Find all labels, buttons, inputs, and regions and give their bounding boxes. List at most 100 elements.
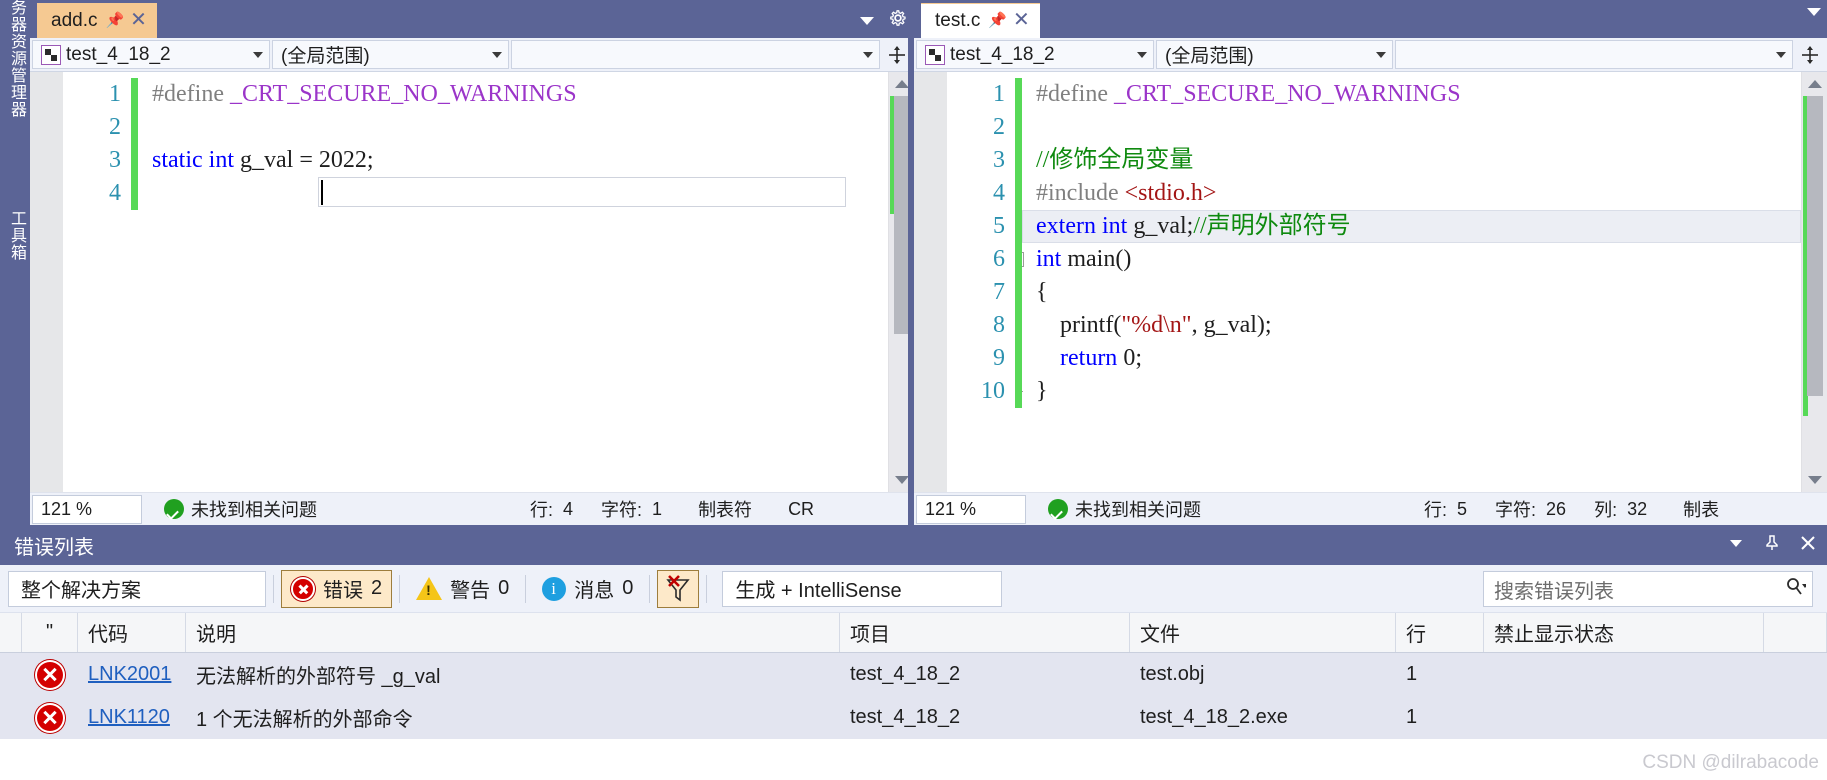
left-code-text[interactable]: #define _CRT_SECURE_NO_WARNINGS static i…	[138, 72, 888, 492]
right-tabstrip-buttons	[1807, 8, 1821, 16]
line-number: 1	[993, 81, 1005, 107]
row-file-cell: test_4_18_2.exe	[1140, 706, 1288, 728]
scroll-down-icon[interactable]	[1802, 470, 1827, 490]
member-selector-left[interactable]	[511, 40, 880, 69]
zoom-level-right-label: 121 %	[925, 498, 977, 519]
search-input[interactable]: 搜索错误列表	[1494, 575, 1784, 604]
code-line[interactable]: }	[1022, 375, 1801, 408]
project-icon	[925, 44, 945, 65]
row-code-cell[interactable]: LNK2001	[78, 653, 186, 696]
column-header-select[interactable]	[0, 613, 22, 652]
caret-position-right: 行: 5 字符: 26 列: 32 制表	[1424, 496, 1719, 522]
line-number: 5	[993, 213, 1005, 239]
split-window-icon[interactable]	[1793, 38, 1827, 71]
toolbar-separator	[525, 574, 527, 603]
problem-status-left[interactable]: 未找到相关问题	[164, 496, 317, 522]
member-selector-right[interactable]	[1395, 40, 1793, 69]
close-icon[interactable]	[1799, 534, 1817, 557]
right-vertical-scrollbar[interactable]	[1801, 72, 1827, 492]
scope-selector-right[interactable]: (全局范围)	[1156, 40, 1393, 69]
close-icon[interactable]: ✕	[1012, 10, 1030, 30]
chevron-down-icon[interactable]	[860, 16, 874, 25]
right-code-area[interactable]: 1 2 3 4 5 6 7 8 9 10 #define _CRT_SECURE…	[914, 72, 1827, 492]
code-line[interactable]: #define _CRT_SECURE_NO_WARNINGS	[138, 78, 888, 111]
pin-icon[interactable]: 📌	[105, 13, 124, 29]
scroll-up-icon[interactable]	[1802, 74, 1827, 94]
column-header-project[interactable]: 项目	[840, 613, 1130, 652]
error-code-link[interactable]: LNK1120	[88, 706, 170, 729]
search-icon[interactable]	[1784, 576, 1808, 603]
code-line[interactable]	[1022, 111, 1801, 144]
column-header-suppression[interactable]: 禁止显示状态	[1484, 613, 1764, 652]
problem-status-right[interactable]: 未找到相关问题	[1048, 496, 1201, 522]
row-selector[interactable]	[0, 653, 22, 696]
scrollbar-thumb[interactable]	[1807, 96, 1823, 396]
pin-icon[interactable]: 📌	[988, 13, 1007, 29]
dock-tab-toolbox[interactable]: 工具箱	[4, 210, 28, 261]
watermark: CSDN @dilrabacode	[1642, 752, 1819, 773]
problem-status-left-label: 未找到相关问题	[191, 500, 317, 520]
left-breakpoint-gutter[interactable]	[30, 72, 63, 492]
scope-selector-left-label: (全局范围)	[281, 46, 370, 67]
column-header-line[interactable]: 行	[1396, 613, 1484, 652]
tab-add-c[interactable]: add.c 📌 ✕	[37, 3, 158, 38]
left-navigation-bar: test_4_18_2 (全局范围)	[30, 38, 914, 72]
code-line[interactable]: printf("%d\n", g_val);	[1022, 309, 1801, 342]
messages-filter-label: 消息	[574, 580, 615, 602]
code-line[interactable]: extern int g_val;//声明外部符号	[1022, 210, 1801, 243]
chevron-down-icon[interactable]	[1807, 8, 1821, 16]
column-header-description[interactable]: 说明	[186, 613, 840, 652]
code-line[interactable]: #include <stdio.h>	[1022, 177, 1801, 210]
dock-tab-server-explorer[interactable]: 服务器资源管理器	[4, 0, 28, 118]
build-filter-dropdown[interactable]: 生成 + IntelliSense	[722, 570, 1003, 607]
errors-filter-count: 2	[371, 577, 383, 599]
row-code-cell[interactable]: LNK1120	[78, 696, 186, 739]
messages-filter-toggle[interactable]: 消息 0	[533, 570, 642, 608]
tab-add-c-label: add.c	[51, 10, 98, 31]
row-spacer-cell	[1764, 653, 1827, 696]
zoom-level-left-label: 121 %	[41, 498, 93, 519]
project-selector-left[interactable]: test_4_18_2	[32, 40, 270, 69]
row-selector[interactable]	[0, 696, 22, 739]
code-line[interactable]: //修饰全局变量	[1022, 144, 1801, 177]
column-header-file[interactable]: 文件	[1130, 613, 1396, 652]
code-line[interactable]: {	[1022, 276, 1801, 309]
code-line[interactable]: #define _CRT_SECURE_NO_WARNINGS	[1022, 78, 1801, 111]
code-line[interactable]: static int g_val = 2022;	[138, 144, 888, 177]
row-suppression-cell	[1484, 653, 1764, 696]
code-line[interactable]: int main()	[1022, 243, 1801, 276]
code-line[interactable]: return 0;	[1022, 342, 1801, 375]
messages-filter-count: 0	[622, 577, 634, 599]
column-header-severity[interactable]: "	[22, 613, 78, 652]
line-value: 5	[1457, 498, 1468, 519]
search-error-list-box[interactable]: 搜索错误列表	[1483, 571, 1813, 607]
left-code-area[interactable]: 1 2 3 4 #define _CRT_SECURE_NO_WARNINGS …	[30, 72, 914, 492]
row-line-cell: 1	[1406, 663, 1418, 685]
project-selector-right[interactable]: test_4_18_2	[916, 40, 1154, 69]
errors-filter-toggle[interactable]: 错误 2	[281, 569, 393, 608]
gear-icon[interactable]	[888, 8, 908, 33]
clear-filter-icon[interactable]	[657, 569, 700, 608]
line-number: 9	[993, 345, 1005, 371]
zoom-level-selector-right[interactable]: 121 %	[916, 494, 1026, 524]
right-code-text[interactable]: #define _CRT_SECURE_NO_WARNINGS //修饰全局变量…	[1022, 72, 1801, 492]
chevron-down-icon[interactable]	[1727, 536, 1745, 555]
zoom-level-selector-left[interactable]: 121 %	[32, 494, 142, 524]
scope-selector-left[interactable]: (全局范围)	[272, 40, 509, 69]
line-number: 3	[993, 147, 1005, 173]
info-icon	[542, 576, 567, 601]
table-row[interactable]: LNK1120 1 个无法解析的外部命令 test_4_18_2 test_4_…	[0, 696, 1827, 739]
right-breakpoint-gutter[interactable]	[914, 72, 947, 492]
error-code-link[interactable]: LNK2001	[88, 663, 171, 686]
collapse-toggle-icon[interactable]	[1022, 252, 1024, 267]
warnings-filter-toggle[interactable]: 警告 0	[407, 570, 518, 608]
table-row[interactable]: LNK2001 无法解析的外部符号 _g_val test_4_18_2 tes…	[0, 653, 1827, 696]
line-number: 2	[109, 114, 121, 140]
column-header-code[interactable]: 代码	[78, 613, 186, 652]
code-line[interactable]	[138, 111, 888, 144]
close-icon[interactable]: ✕	[129, 10, 147, 30]
error-icon	[37, 704, 63, 731]
tab-test-c[interactable]: test.c 📌 ✕	[921, 3, 1041, 38]
scope-filter-dropdown[interactable]: 整个解决方案	[8, 570, 266, 607]
pin-icon[interactable]	[1763, 534, 1781, 557]
